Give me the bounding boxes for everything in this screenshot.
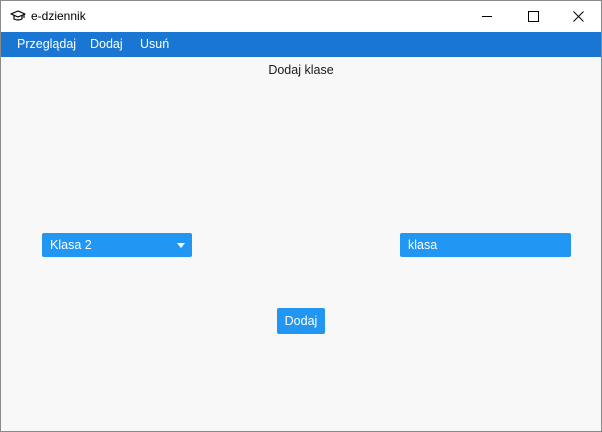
dropdown-arrow-icon	[177, 243, 185, 248]
minimize-icon	[481, 16, 492, 17]
maximize-icon	[527, 11, 539, 22]
app-window: e-dziennik Przeglądaj Dodaj Usuń Dodaj k…	[0, 0, 602, 432]
window-title: e-dziennik	[31, 9, 86, 23]
menu-item-przegladaj[interactable]: Przeglądaj	[17, 32, 76, 57]
menu-item-dodaj[interactable]: Dodaj	[90, 32, 123, 57]
page-heading: Dodaj klase	[268, 63, 334, 77]
add-class-button[interactable]: Dodaj	[277, 308, 325, 334]
class-name-input[interactable]	[400, 233, 571, 257]
graduation-cap-icon	[10, 10, 26, 21]
minimize-button[interactable]	[464, 1, 510, 32]
menu-bar: Przeglądaj Dodaj Usuń	[1, 32, 601, 57]
close-button[interactable]	[555, 1, 601, 32]
class-select[interactable]: Klasa 2	[42, 233, 192, 257]
title-bar[interactable]: e-dziennik	[1, 1, 601, 32]
maximize-button[interactable]	[510, 1, 556, 32]
menu-item-usun[interactable]: Usuń	[140, 32, 169, 57]
class-select-value: Klasa 2	[50, 238, 92, 252]
close-icon	[572, 11, 584, 22]
